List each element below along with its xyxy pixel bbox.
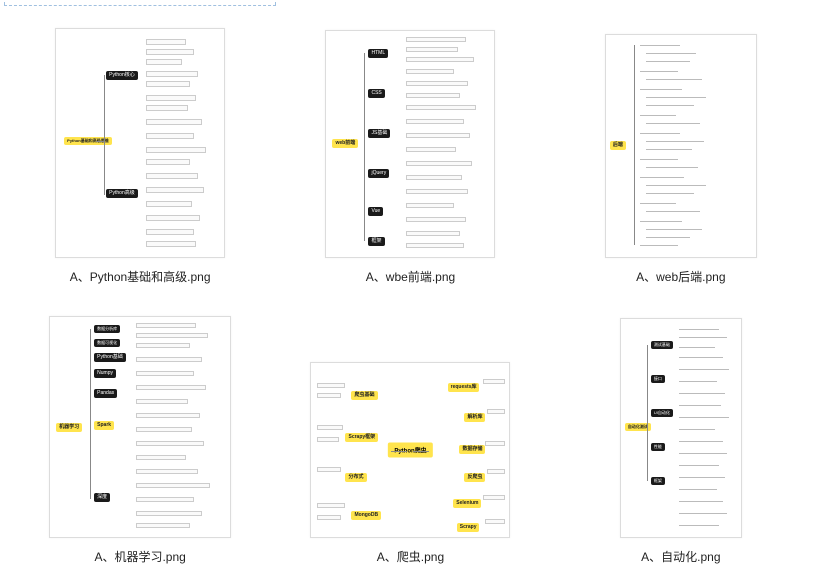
mindmap-node: requests库 xyxy=(448,383,480,392)
mindmap-node: Spark xyxy=(94,421,114,430)
mindmap-node: CSS xyxy=(368,89,384,98)
mindmap-node: 分布式 xyxy=(345,473,366,482)
content-cluster xyxy=(136,323,224,531)
mindmap-node: Python高级 xyxy=(106,189,138,198)
mindmap-node: Selenium xyxy=(453,499,481,508)
branch-line xyxy=(364,53,365,241)
mindmap-root: web前端 xyxy=(332,139,358,148)
mindmap-node: Pandas xyxy=(94,389,117,398)
thumbnail-image: Python爬虫 爬虫基础 Scrapy框架 分布式 MongoDB reque… xyxy=(310,362,510,538)
thumbnail-image: web前端 HTML CSS JS基础 jQuery Vue 框架 xyxy=(325,30,495,258)
branch-line xyxy=(104,75,105,195)
mindmap-root: 机器学习 xyxy=(56,423,82,432)
file-item[interactable]: Python爬虫 爬虫基础 Scrapy框架 分布式 MongoDB reque… xyxy=(280,295,540,566)
thumbnail-image: 机器学习 数据分析库 数据可视化 Python基础 Numpy Pandas S… xyxy=(49,316,231,538)
thumbnail-grid: Python基础和高级思维 Python核心 Python高级 xyxy=(0,0,821,573)
branch-line xyxy=(96,141,104,142)
mindmap-node: 数据存储 xyxy=(459,445,485,454)
file-caption: A、自动化.png xyxy=(641,548,720,565)
mindmap-node: Scrapy xyxy=(457,523,480,532)
file-item[interactable]: Python基础和高级思维 Python核心 Python高级 xyxy=(10,14,270,285)
thumbnail-image: Python基础和高级思维 Python核心 Python高级 xyxy=(55,28,225,258)
branch-line xyxy=(90,329,91,499)
mindmap-node: Python核心 xyxy=(106,71,138,80)
mindmap-node: 数据可视化 xyxy=(94,339,120,347)
branch-line xyxy=(634,45,635,245)
mindmap-node: Python基础 xyxy=(94,353,126,362)
file-caption: A、爬虫.png xyxy=(377,548,444,565)
file-caption: A、Python基础和高级.png xyxy=(70,268,211,285)
thumbnail-image: 后端 xyxy=(605,34,757,258)
mindmap-node: MongoDB xyxy=(351,511,381,520)
mindmap-node: UI自动化 xyxy=(651,409,673,417)
mindmap-root: Python爬虫 xyxy=(388,443,432,458)
mindmap-node: 深度 xyxy=(94,493,110,502)
mindmap-node: 测试基础 xyxy=(651,341,673,349)
branch-line xyxy=(413,451,429,452)
mindmap-node: Scrapy框架 xyxy=(345,433,378,442)
mindmap-node: Vue xyxy=(368,207,383,216)
mindmap-node: jQuery xyxy=(368,169,389,178)
mindmap-node: 框架 xyxy=(368,237,384,246)
selection-marquee xyxy=(4,2,276,6)
mindmap-root: 后端 xyxy=(610,141,626,150)
mindmap-node: 接口 xyxy=(651,375,665,383)
mindmap-node: 框架 xyxy=(651,477,665,485)
content-cluster xyxy=(679,325,737,531)
thumbnail-image: 自动化测试 测试基础 接口 UI自动化 性能 框架 xyxy=(620,318,742,538)
mindmap-node: 爬虫基础 xyxy=(351,391,377,400)
file-item[interactable]: 机器学习 数据分析库 数据可视化 Python基础 Numpy Pandas S… xyxy=(10,295,270,566)
file-item[interactable]: 自动化测试 测试基础 接口 UI自动化 性能 框架 xyxy=(551,295,811,566)
branch-line xyxy=(647,345,648,481)
file-item[interactable]: 后端 xyxy=(551,14,811,285)
mindmap-node: 反爬虫 xyxy=(464,473,485,482)
mindmap-node: JS基础 xyxy=(368,129,390,138)
mindmap-node: Numpy xyxy=(94,369,116,378)
mindmap-node: 数据分析库 xyxy=(94,325,120,333)
file-caption: A、机器学习.png xyxy=(94,548,185,565)
file-item[interactable]: web前端 HTML CSS JS基础 jQuery Vue 框架 xyxy=(280,14,540,285)
mindmap-node: 解析库 xyxy=(464,413,485,422)
mindmap-node: HTML xyxy=(368,49,388,58)
branch-line xyxy=(391,451,407,452)
content-cluster xyxy=(406,37,488,251)
file-caption: A、web后端.png xyxy=(636,268,725,285)
file-caption: A、wbe前端.png xyxy=(366,268,455,285)
content-cluster xyxy=(640,41,750,251)
mindmap-node: 性能 xyxy=(651,443,665,451)
content-cluster xyxy=(146,37,218,249)
